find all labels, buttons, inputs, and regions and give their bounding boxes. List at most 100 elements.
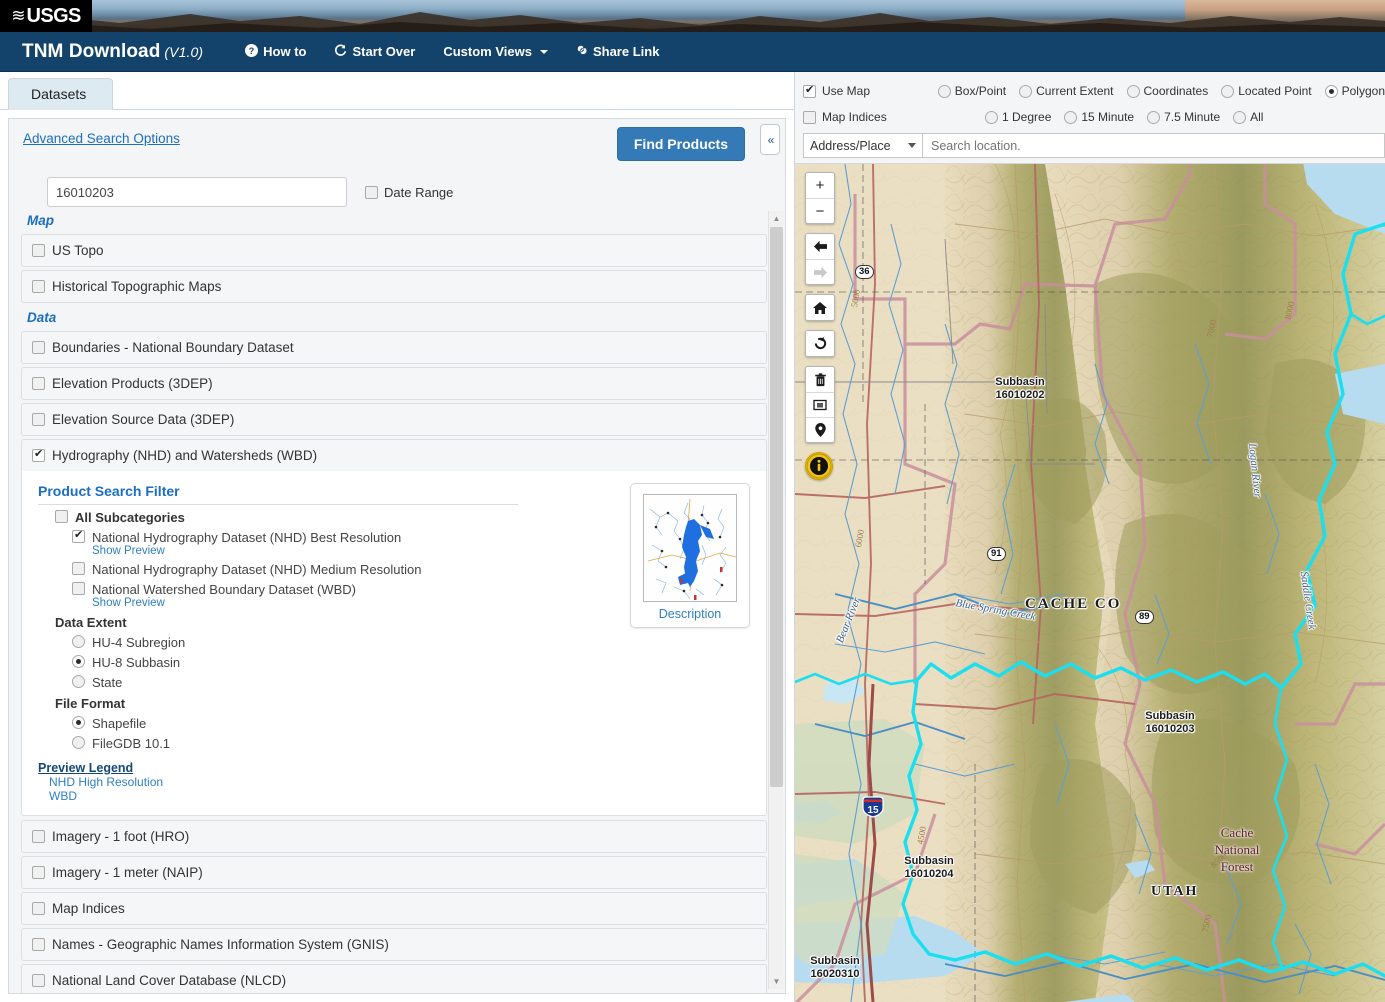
dataset-checkbox[interactable]: [32, 280, 45, 293]
home-icon[interactable]: [806, 295, 834, 320]
dataset-item-hydrography[interactable]: Hydrography (NHD) and Watersheds (WBD): [21, 439, 767, 471]
nav-custom-views[interactable]: Custom Views: [429, 44, 562, 59]
trash-icon[interactable]: [806, 367, 834, 392]
map-indices-control[interactable]: Map Indices: [803, 110, 985, 124]
dataset-item-map-indices[interactable]: Map Indices: [21, 892, 767, 925]
location-type-select[interactable]: Address/Place: [803, 133, 923, 158]
dataset-item-elevation-source[interactable]: Elevation Source Data (3DEP): [21, 403, 767, 436]
extent-radio[interactable]: [937, 84, 951, 98]
dataset-scrollbar[interactable]: ▲ ▼: [768, 211, 784, 989]
zoom-out-icon[interactable]: −: [806, 198, 834, 223]
index-option-15-minute[interactable]: 15 Minute: [1064, 110, 1134, 124]
dataset-checkbox[interactable]: [32, 377, 45, 390]
file-format-option-filegdb[interactable]: FileGDB 10.1: [72, 736, 610, 751]
index-radio[interactable]: [1147, 110, 1161, 124]
subcategory-wbd[interactable]: National Watershed Boundary Dataset (WBD…: [72, 582, 610, 609]
dataset-checkbox[interactable]: [32, 866, 45, 879]
dataset-item-boundaries[interactable]: Boundaries - National Boundary Dataset: [21, 331, 767, 364]
extent-radio[interactable]: [1221, 84, 1235, 98]
dataset-item-historical-topo[interactable]: Historical Topographic Maps: [21, 270, 767, 303]
zoom-in-icon[interactable]: +: [806, 173, 834, 198]
data-extent-radio[interactable]: [72, 675, 85, 688]
data-extent-option-hu4[interactable]: HU-4 Subregion: [72, 635, 610, 650]
search-query-input[interactable]: [47, 177, 347, 207]
data-extent-title: Data Extent: [55, 615, 127, 630]
scroll-up-arrow-icon[interactable]: ▲: [769, 211, 784, 226]
dataset-checkbox[interactable]: [32, 413, 45, 426]
dataset-item-gnis[interactable]: Names - Geographic Names Information Sys…: [21, 928, 767, 961]
scrollbar-thumb[interactable]: [770, 227, 783, 787]
dataset-item-elevation-products[interactable]: Elevation Products (3DEP): [21, 367, 767, 400]
date-range-checkbox[interactable]: [365, 185, 378, 199]
index-option-all[interactable]: All: [1233, 110, 1263, 124]
index-radio[interactable]: [1233, 110, 1247, 124]
extent-option-located-point[interactable]: Located Point: [1221, 84, 1312, 98]
dataset-checkbox[interactable]: [32, 974, 45, 987]
subcategory-checkbox[interactable]: [72, 582, 85, 595]
index-option-1-degree[interactable]: 1 Degree: [985, 110, 1051, 124]
advanced-search-options-link[interactable]: Advanced Search Options: [23, 131, 180, 146]
extent-option-current-extent[interactable]: Current Extent: [1019, 84, 1114, 98]
index-radio[interactable]: [985, 110, 998, 124]
all-subcategories-checkbox[interactable]: [55, 510, 68, 523]
use-map-checkbox[interactable]: [803, 84, 816, 98]
nav-share-link[interactable]: Share Link: [562, 44, 673, 59]
extent-option-box-point[interactable]: Box/Point: [937, 84, 1006, 98]
index-option-7-5-minute[interactable]: 7.5 Minute: [1147, 110, 1220, 124]
nav-how-to[interactable]: ? How to: [231, 43, 320, 60]
usgs-logo[interactable]: ≋ USGS: [0, 0, 92, 32]
dataset-checkbox[interactable]: [32, 448, 45, 462]
tab-datasets[interactable]: Datasets: [8, 78, 114, 110]
extent-radio[interactable]: [1019, 84, 1033, 98]
dataset-checkbox[interactable]: [32, 341, 45, 354]
show-preview-link[interactable]: Show Preview: [92, 597, 356, 609]
dataset-thumbnail-card[interactable]: Description: [630, 483, 750, 628]
extent-option-polygon[interactable]: Polygon: [1324, 84, 1385, 98]
legend-link-nhd-high-res[interactable]: NHD High Resolution: [49, 775, 610, 789]
show-preview-link[interactable]: Show Preview: [92, 545, 401, 557]
file-format-radio[interactable]: [72, 736, 85, 749]
use-map-control[interactable]: Use Map: [803, 84, 938, 98]
index-radio[interactable]: [1064, 110, 1078, 124]
extent-radio[interactable]: [1324, 84, 1338, 98]
subcategory-nhd-best[interactable]: National Hydrography Dataset (NHD) Best …: [72, 529, 610, 557]
dataset-scroll-region[interactable]: Map US Topo Historical Topographic Maps …: [9, 209, 785, 993]
extent-radio[interactable]: [1126, 84, 1140, 98]
subcategory-checkbox[interactable]: [72, 562, 85, 575]
dataset-item-imagery-naip[interactable]: Imagery - 1 meter (NAIP): [21, 856, 767, 889]
find-products-button[interactable]: Find Products: [616, 127, 745, 161]
dataset-item-imagery-hro[interactable]: Imagery - 1 foot (HRO): [21, 820, 767, 853]
previous-extent-icon[interactable]: [806, 234, 834, 259]
info-icon[interactable]: [805, 452, 833, 480]
date-range-control[interactable]: Date Range: [365, 185, 453, 200]
legend-link-wbd[interactable]: WBD: [49, 789, 610, 803]
data-extent-option-state[interactable]: State: [72, 675, 610, 690]
all-subcategories-row[interactable]: All Subcategories: [55, 510, 610, 525]
dataset-checkbox[interactable]: [32, 830, 45, 843]
collapse-panel-button[interactable]: «: [760, 124, 780, 155]
file-format-radio[interactable]: [72, 716, 85, 729]
scroll-down-arrow-icon[interactable]: ▼: [769, 974, 784, 989]
dataset-item-nlcd[interactable]: National Land Cover Database (NLCD): [21, 964, 767, 993]
data-extent-radio[interactable]: [72, 655, 85, 668]
location-search-input[interactable]: [923, 133, 1385, 158]
data-extent-option-hu8[interactable]: HU-8 Subbasin: [72, 655, 610, 670]
dataset-checkbox[interactable]: [32, 902, 45, 915]
map-indices-checkbox[interactable]: [803, 110, 816, 124]
dataset-checkbox[interactable]: [32, 244, 45, 257]
subcategory-checkbox[interactable]: [72, 529, 85, 543]
nav-how-to-label: How to: [263, 44, 307, 59]
thumbnail-description-link[interactable]: Description: [639, 607, 741, 621]
dataset-checkbox[interactable]: [32, 938, 45, 951]
file-format-option-shapefile[interactable]: Shapefile: [72, 716, 610, 731]
subcategory-nhd-medium[interactable]: National Hydrography Dataset (NHD) Mediu…: [72, 562, 610, 577]
data-extent-radio[interactable]: [72, 635, 85, 648]
nav-start-over[interactable]: Start Over: [320, 44, 429, 60]
extent-option-coordinates[interactable]: Coordinates: [1126, 84, 1208, 98]
map-viewport[interactable]: + − Subbasin 16010202 Subbasin 16010203 …: [795, 164, 1385, 1002]
dataset-item-us-topo[interactable]: US Topo: [21, 234, 767, 267]
draw-polygon-icon[interactable]: [806, 392, 834, 417]
refresh-icon[interactable]: [806, 331, 834, 356]
preview-legend-title[interactable]: Preview Legend: [38, 761, 610, 775]
place-marker-icon[interactable]: [806, 417, 834, 442]
